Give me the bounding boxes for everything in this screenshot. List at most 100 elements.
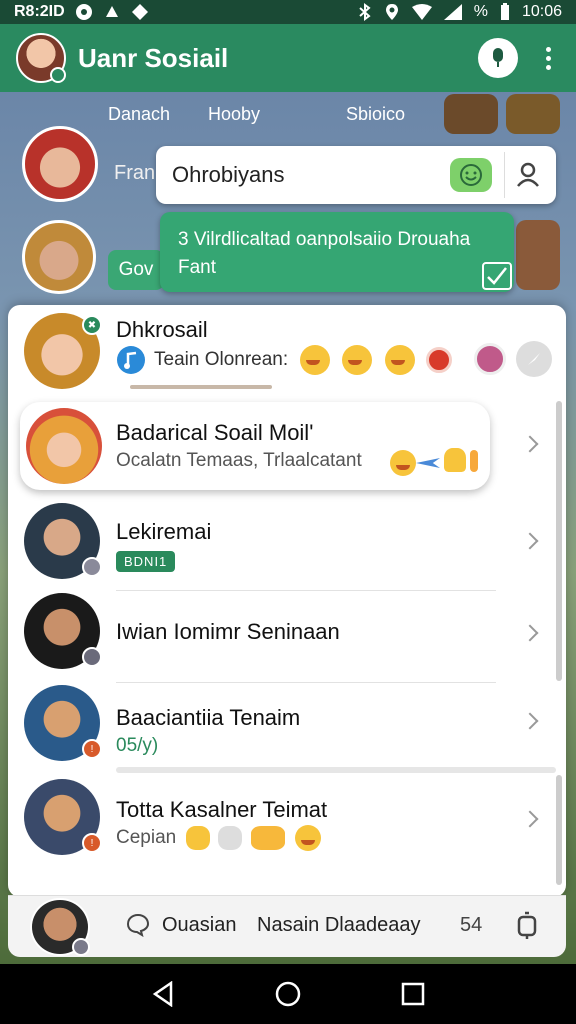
profile-avatar[interactable] [16,33,66,83]
check-icon[interactable] [482,262,512,290]
music-note-icon [117,346,145,374]
chevron-right-icon[interactable] [521,532,539,550]
contact-name: Dhkrosail [116,317,208,342]
emoji-icon [295,825,322,851]
contact-name: Totta Kasalner Teimat [116,797,328,822]
bg-avatar-3 [444,94,498,134]
wifi-icon [411,4,432,20]
status-time: R8:2ID [14,3,65,20]
search-text: Ohrobiyans [172,162,285,187]
diamond-icon [131,4,148,20]
lock-icon[interactable] [516,910,538,940]
chevron-right-icon[interactable] [521,435,539,453]
bg-avatar-4 [506,94,560,134]
progress-underline [130,385,272,389]
contact-name: Iwian Iomimr Seninaan [116,619,340,644]
bg-tab-1[interactable]: Danach [108,104,170,125]
avatar: ! [24,779,102,855]
status-badge [82,647,102,667]
hand-icon [444,448,466,472]
scrollbar-lower[interactable] [556,775,562,885]
hand-icon [218,826,243,850]
status-clock: 10:06 [521,3,562,20]
bluetooth-icon [359,3,371,21]
compass-icon [528,353,540,365]
bg-tab-3[interactable]: Sbioico [346,104,405,125]
list-item[interactable]: ! Totta Kasalner Teimat Cepian [8,773,556,873]
bg-side-label: Fran [114,162,156,184]
emoji-icon [342,345,373,375]
avatar[interactable] [30,898,90,956]
smile-button[interactable] [450,158,492,192]
signal-icon [443,4,462,20]
mic-button[interactable] [478,38,518,78]
record-icon[interactable] [426,347,452,373]
back-icon [152,981,172,1007]
list-item[interactable]: ✖ Dhkrosail Teain Olonrean: [8,305,556,395]
scrollbar[interactable] [556,401,562,681]
emoji-row [186,825,325,851]
message-count: 54 [460,914,483,936]
avatar: ! [24,685,102,761]
status-left-icons [75,3,149,21]
home-button[interactable] [273,979,303,1009]
bottom-label-1[interactable]: Ouasian [162,914,237,937]
user-icon[interactable] [514,160,542,188]
bg-avatar-2 [22,220,96,294]
back-button[interactable] [148,979,178,1009]
bottom-label-2[interactable]: Nasain Dlaadeaay [257,914,420,937]
smile-icon [460,164,482,186]
contact-name: Lekiremai [116,519,212,544]
emoji-icon [300,345,330,375]
compass-button[interactable] [516,341,552,377]
status-badge: ✖ [82,315,102,335]
emoji-icon [384,345,415,375]
search-bubble[interactable]: Ohrobiyans [156,146,556,204]
system-nav-bar [0,964,576,1024]
app-title: Uanr Sosiail [78,42,229,73]
status-tag: BDNI1 [116,551,176,572]
avatar [26,408,102,484]
last-message: 05/y) [116,735,159,756]
status-bar: R8:2ID % 10:06 [0,0,576,24]
recents-button[interactable] [398,979,428,1009]
last-message: Cepian [116,827,177,848]
hand-icon [470,450,478,472]
message-text: 3 Vilrdlicaltad oanpolsaiio Drouaha Fant [178,229,471,278]
avatar: ✖ [24,313,102,389]
bottom-chat-bar: Ouasian Nasain Dlaadeaay 54 [8,895,566,957]
list-item[interactable]: Badarical Soail Moil' Ocalatn Temaas, Tr… [8,402,556,492]
sticker-icon[interactable] [474,343,506,375]
status-right: % 10:06 [358,3,562,21]
status-badge: ! [82,833,102,853]
location-icon [385,4,398,20]
bubble-divider [504,152,505,198]
mic-icon [493,48,503,67]
message-bubble[interactable]: 3 Vilrdlicaltad oanpolsaiio Drouaha Fant [160,212,514,292]
notification-icon [75,4,92,20]
avatar [24,593,102,669]
status-badge [82,557,102,577]
avatar [24,503,102,579]
emoji-icon [390,450,416,476]
last-message: Ocalatn Temaas, Trlaalcatant [116,450,362,471]
emoji-row [300,345,419,375]
hand-icon [186,826,210,850]
recents-icon [402,982,425,1006]
list-item[interactable]: Iwian Iomimr Seninaan [8,591,556,683]
bg-tab-2[interactable]: Hooby [208,104,260,125]
chat-bubble-icon[interactable] [126,913,150,937]
chevron-right-icon[interactable] [521,712,539,730]
list-item[interactable]: Lekiremai BDNI1 [8,495,556,591]
app-notification-icon [105,6,118,17]
chevron-right-icon[interactable] [521,624,539,642]
mini-chat-bubble[interactable]: Gov [108,250,164,290]
app-bar: Uanr Sosiail [0,24,576,92]
bg-avatar-5 [516,220,560,290]
more-options-button[interactable] [536,38,560,78]
bg-avatar-1 [22,126,98,202]
chevron-right-icon[interactable] [521,810,539,828]
hand-icon [250,826,285,850]
battery-icon [500,3,509,20]
list-item[interactable]: ! Baaciantiia Tenaim 05/y) [8,683,556,771]
